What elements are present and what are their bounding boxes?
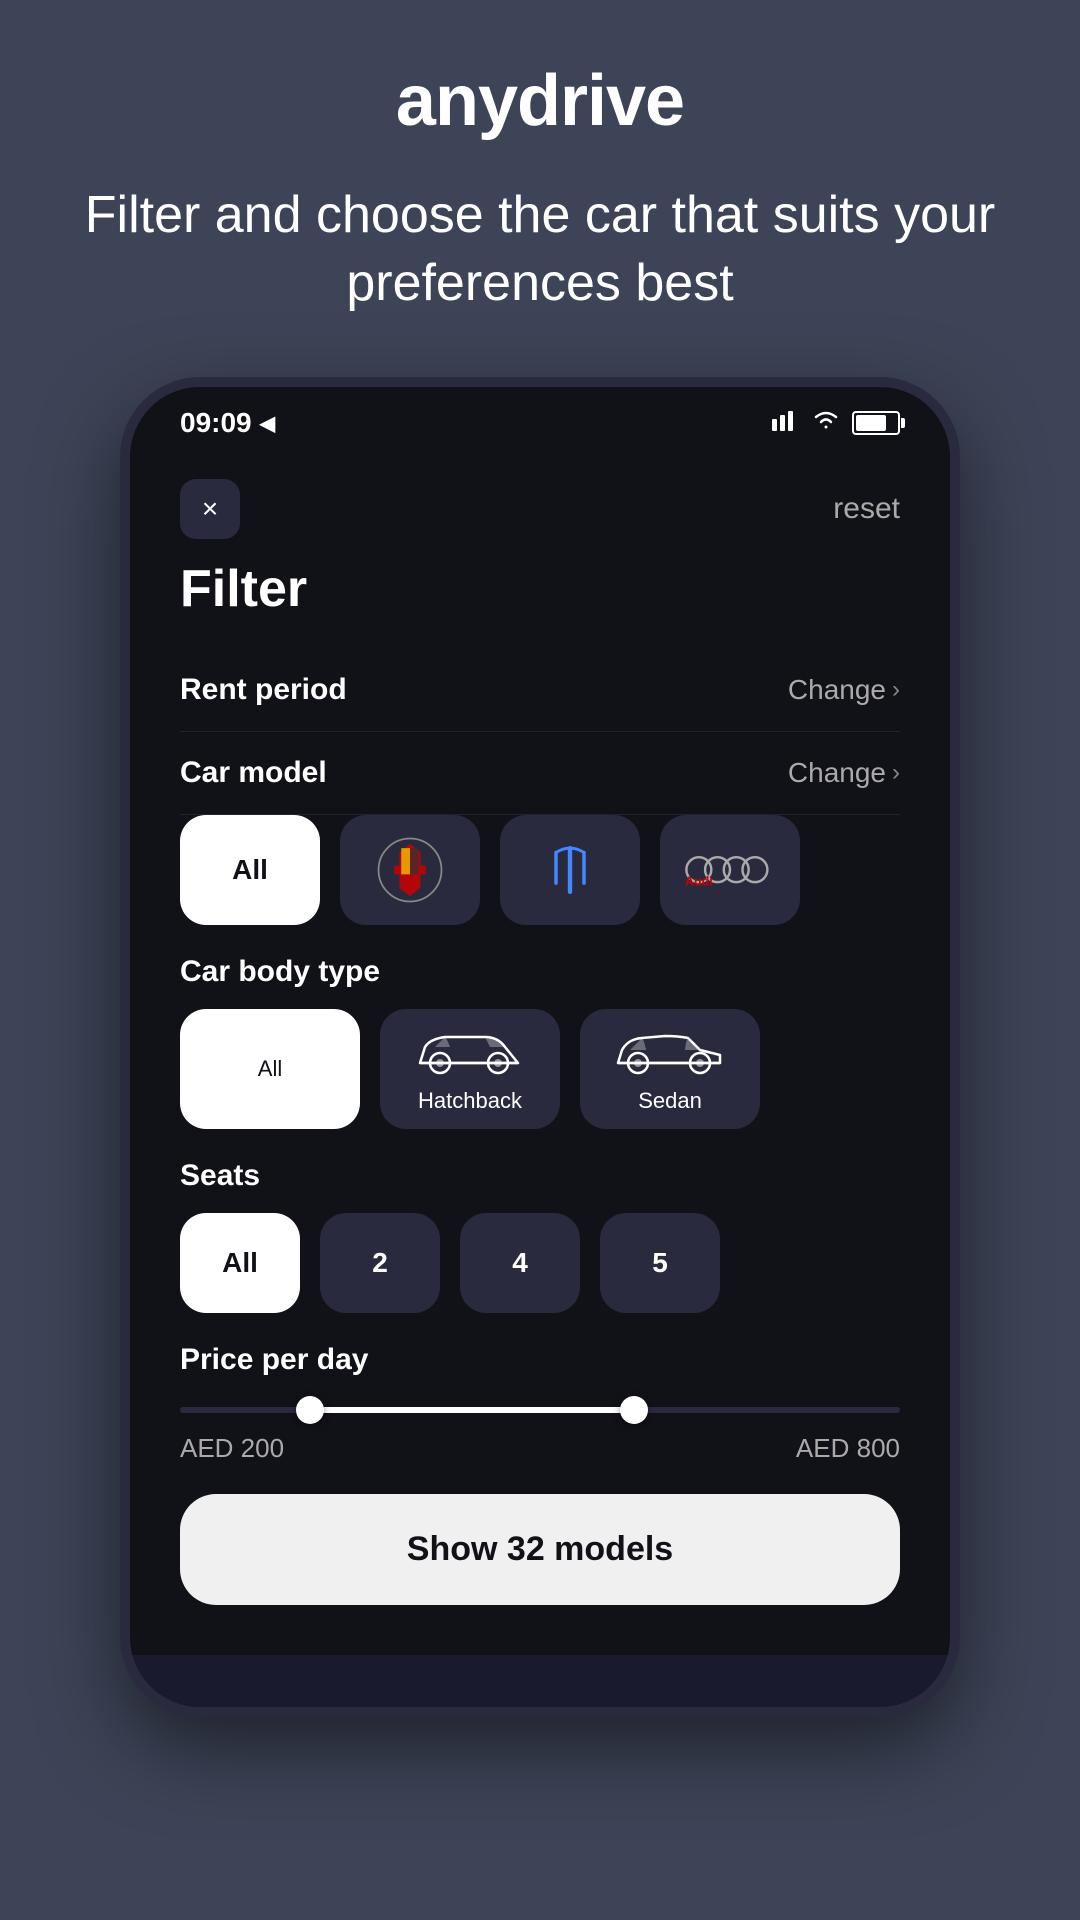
rent-period-label: Rent period [180,673,347,707]
car-model-chevron: › [892,759,900,787]
filter-title: Filter [180,559,900,619]
sedan-car-icon [610,1025,730,1080]
car-model-row[interactable]: Car model Change › [180,732,900,815]
seat-pills-row: All 2 4 5 [180,1213,900,1313]
slider-thumb-min[interactable] [296,1396,324,1424]
status-bar: 09:09 ◀ [130,387,950,449]
location-icon: ◀ [260,411,275,436]
brand-pill-all[interactable]: All [180,815,320,925]
status-time: 09:09 ◀ [180,407,275,439]
slider-thumb-max[interactable] [620,1396,648,1424]
seat-4[interactable]: 4 [460,1213,580,1313]
rent-period-row[interactable]: Rent period Change › [180,649,900,732]
rent-period-chevron: › [892,676,900,704]
screen-content: × reset Filter Rent period Change › Car … [130,449,950,1655]
filter-header: × reset [180,479,900,539]
maserati-logo-icon [535,835,605,905]
seat-all-label: All [222,1247,258,1279]
rent-period-action: Change › [788,674,900,706]
body-type-hatchback[interactable]: Hatchback [380,1009,560,1129]
app-subtitle: Filter and choose the car that suits you… [0,182,1080,317]
brand-pill-maserati[interactable] [500,815,640,925]
brand-all-label: All [232,854,268,886]
car-body-type-heading: Car body type [180,955,900,989]
body-type-all[interactable]: All [180,1009,360,1129]
seat-5[interactable]: 5 [600,1213,720,1313]
app-title: anydrive [396,60,684,142]
sedan-label: Sedan [638,1088,702,1114]
body-type-pills-row: All Hatchback [180,1009,900,1129]
brand-pill-porsche[interactable] [340,815,480,925]
slider-fill [310,1407,634,1413]
svg-text:Audi: Audi [685,875,713,889]
body-type-sedan[interactable]: Sedan [580,1009,760,1129]
porsche-logo-icon [375,835,445,905]
seat-2[interactable]: 2 [320,1213,440,1313]
time-display: 09:09 [180,407,252,439]
phone-frame: 09:09 ◀ [120,377,960,1717]
seat-all[interactable]: All [180,1213,300,1313]
price-label: Price per day [180,1343,900,1377]
car-model-label: Car model [180,756,327,790]
price-range-labels: AED 200 AED 800 [180,1433,900,1464]
close-button[interactable]: × [180,479,240,539]
audi-logo-icon: Audi [685,850,775,890]
car-model-action: Change › [788,757,900,789]
price-min-label: AED 200 [180,1433,284,1464]
signal-icon [772,409,800,437]
price-slider[interactable] [180,1407,900,1413]
hatchback-car-icon [410,1025,530,1080]
seats-heading: Seats [180,1159,900,1193]
battery-icon [852,411,900,435]
reset-button[interactable]: reset [833,492,900,526]
price-max-label: AED 800 [796,1433,900,1464]
seat-5-label: 5 [652,1247,668,1279]
brand-pills-row: All [180,815,900,925]
seat-4-label: 4 [512,1247,528,1279]
body-all-label: All [258,1056,282,1082]
show-models-button[interactable]: Show 32 models [180,1494,900,1605]
brand-pill-audi[interactable]: Audi [660,815,800,925]
status-icons [772,409,900,437]
hatchback-label: Hatchback [418,1088,522,1114]
wifi-icon [812,409,840,437]
seat-2-label: 2 [372,1247,388,1279]
